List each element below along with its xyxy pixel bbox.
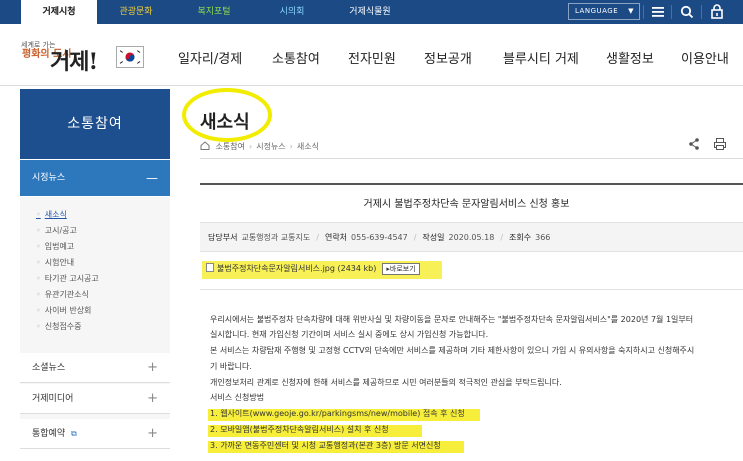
sidebar-subitem-legislation[interactable]: ◦ 입법예고 bbox=[36, 241, 74, 252]
sidebar-item-label: 시정뉴스 bbox=[32, 173, 66, 183]
file-icon bbox=[206, 263, 214, 272]
chevron-down-icon: ▼ bbox=[628, 7, 634, 15]
divider bbox=[671, 5, 672, 19]
body-paragraph-line: 본 서비스는 차량탑재 주행형 및 고정형 CCTV의 단속에만 서비스를 제공… bbox=[210, 346, 695, 355]
logo-slogan-big: 평화의 도시 bbox=[22, 49, 72, 60]
gnb-guide[interactable]: 이용안내 bbox=[681, 48, 729, 67]
meta-contact-label: 연락처 bbox=[324, 233, 348, 242]
sidebar-title: 소통참여 bbox=[20, 89, 170, 159]
post-title: 거제시 불법주정차단속 문자알림서비스 신청 홍보 bbox=[363, 199, 570, 210]
meta-views-label: 조회수 bbox=[509, 233, 532, 242]
site-header: 세계로 가는 평화의 도시 거제! 일자리/경제 소통참여 전자민원 정보공개 … bbox=[0, 24, 743, 86]
sidebar-item-label: 거제미디어 bbox=[32, 394, 74, 404]
divider bbox=[200, 158, 743, 159]
home-icon[interactable] bbox=[200, 141, 210, 150]
gnb-info-disclosure[interactable]: 정보공개 bbox=[424, 48, 472, 67]
divider bbox=[643, 5, 644, 19]
meta-views-value: 366 bbox=[535, 233, 551, 242]
meta-date-value: 2020.05.18 bbox=[448, 233, 495, 242]
tab-welfare-portal[interactable]: 복지포털 bbox=[175, 0, 253, 24]
body-paragraph-line: 서비스 신청방법 bbox=[210, 393, 265, 402]
sidebar-item-city-news[interactable]: 시정뉴스 — bbox=[20, 160, 170, 196]
sidebar-subitem-applications[interactable]: ◦ 신청접수중 bbox=[36, 321, 82, 332]
body-paragraph-line: 기 바랍니다. bbox=[210, 362, 252, 371]
sidebar-item-label: 통합예약 bbox=[32, 429, 66, 439]
gnb-living-info[interactable]: 생활정보 bbox=[606, 48, 654, 67]
tab-city-council[interactable]: 시의회 bbox=[253, 0, 331, 24]
step-item: 2. 모바일앱(불법주정차단속알림서비스) 설치 후 신청 bbox=[210, 425, 389, 434]
meta-contact-value: 055-639-4547 bbox=[351, 233, 408, 242]
view-button[interactable]: ▸바로보기 bbox=[382, 263, 420, 275]
share-icon[interactable] bbox=[688, 137, 700, 151]
divider bbox=[701, 5, 702, 19]
menu-icon[interactable] bbox=[648, 3, 668, 21]
top-bar: 거제시청 관광문화 복지포털 시의회 거제식물원 LANGUAGE ▼ bbox=[0, 0, 743, 24]
sidebar-item-reservation[interactable]: 통합예약 ⧉ + bbox=[20, 419, 170, 449]
tab-botanical-garden[interactable]: 거제식물원 bbox=[331, 0, 409, 24]
external-link-icon: ⧉ bbox=[71, 429, 77, 438]
tab-tourism-culture[interactable]: 관광문화 bbox=[97, 0, 175, 24]
step-item: 1. 웹사이트(www.geoje.go.kr/parkingsms/new/m… bbox=[210, 409, 465, 418]
breadcrumb-item[interactable]: 시정뉴스 bbox=[256, 142, 285, 151]
minus-icon: — bbox=[146, 171, 158, 185]
gnb-communication[interactable]: 소통참여 bbox=[272, 48, 320, 67]
breadcrumb: 소통참여 › 시정뉴스 › 새소식 bbox=[200, 141, 319, 152]
left-sidebar: 소통참여 시정뉴스 — ◦ 새소식 ◦ 고시/공고 ◦ 입법예고 ◦ 시험안내 ◦ 타기관… bbox=[20, 89, 170, 461]
body-paragraph-line: 개인정보처리 관계로 신청자에 한해 서비스를 제공하므로 시민 여러분들의 적… bbox=[210, 378, 562, 387]
sidebar-subitem-other-notices[interactable]: ◦ 타기관 고시공고 bbox=[36, 273, 99, 284]
breadcrumb-item: 새소식 bbox=[296, 142, 319, 151]
logo[interactable]: 세계로 가는 평화의 도시 거제! bbox=[18, 38, 168, 78]
sidebar-item-social-news[interactable]: 소셜뉴스 + bbox=[20, 353, 170, 383]
sidebar-subitem-exam[interactable]: ◦ 시험안내 bbox=[36, 257, 74, 268]
post-view: 거제시 불법주정차단속 문자알림서비스 신청 홍보 담당부서 교통행정과 교통지도… bbox=[200, 183, 743, 461]
gnb-jobs-economy[interactable]: 일자리/경제 bbox=[178, 48, 242, 67]
gnb-e-civil[interactable]: 전자민원 bbox=[348, 48, 396, 67]
search-icon[interactable] bbox=[677, 3, 697, 21]
post-meta: 담당부서 교통행정과 교통지도 / 연락처 055-639-4547/작성일 2020.0… bbox=[200, 222, 743, 252]
logo-name: 거제! bbox=[50, 49, 98, 75]
sidebar-subitem-news[interactable]: ◦ 새소식 bbox=[36, 209, 67, 220]
plus-icon: + bbox=[147, 391, 158, 406]
website-link[interactable]: 웹사이트(www.geoje.go.kr/parkingsms/new/mobi… bbox=[220, 409, 420, 418]
sidebar-subitem-related-news[interactable]: ◦ 유관기관소식 bbox=[36, 289, 89, 300]
plus-icon: + bbox=[147, 426, 158, 441]
taegeukgi-flag-icon bbox=[116, 46, 144, 68]
sidebar-subitem-notices[interactable]: ◦ 고시/공고 bbox=[36, 225, 77, 236]
plus-icon: + bbox=[147, 360, 158, 375]
lock-icon[interactable] bbox=[707, 3, 727, 21]
sidebar-item-label: 소셜뉴스 bbox=[32, 363, 66, 373]
print-icon[interactable] bbox=[713, 137, 727, 151]
language-label: LANGUAGE bbox=[575, 7, 619, 15]
body-paragraph-line: 실시합니다. 현재 가입신청 기간이며 서비스 실시 중에도 상시 가입신청 가… bbox=[210, 330, 489, 339]
sidebar-item-geoje-media[interactable]: 거제미디어 + bbox=[20, 384, 170, 414]
breadcrumb-item[interactable]: 소통참여 bbox=[216, 142, 245, 151]
meta-dept-value: 교통행정과 교통지도 bbox=[241, 233, 311, 242]
sidebar-subitem-cyber-meeting[interactable]: ◦ 사이버 반상회 bbox=[36, 305, 91, 316]
mobile-app-link[interactable]: 모바일앱(불법주정차단속알림서비스) bbox=[220, 425, 344, 434]
step-item: 3. 가까운 면동주민센터 및 시청 교통행정과(본관 3층) 방문 서면신청 bbox=[210, 441, 441, 450]
gnb-bluecity[interactable]: 블루시티 거제 bbox=[503, 48, 579, 67]
divider bbox=[200, 289, 743, 290]
tab-geoje-city[interactable]: 거제시청 bbox=[21, 0, 97, 24]
meta-dept-label: 담당부서 bbox=[208, 233, 238, 242]
page-title: 새소식 bbox=[200, 112, 250, 133]
attachment: 불법주정차단속문자알림서비스.jpg (2434 kb) ▸바로보기 bbox=[206, 263, 420, 277]
language-select[interactable]: LANGUAGE ▼ bbox=[568, 3, 640, 20]
meta-date-label: 작성일 bbox=[422, 233, 445, 242]
body-paragraph-line: 우리시에서는 불법주정차 단속차량에 대해 위반사실 및 차량이동을 문자로 안… bbox=[210, 315, 694, 324]
attachment-link[interactable]: 불법주정차단속문자알림서비스.jpg (2434 kb) bbox=[217, 264, 376, 273]
